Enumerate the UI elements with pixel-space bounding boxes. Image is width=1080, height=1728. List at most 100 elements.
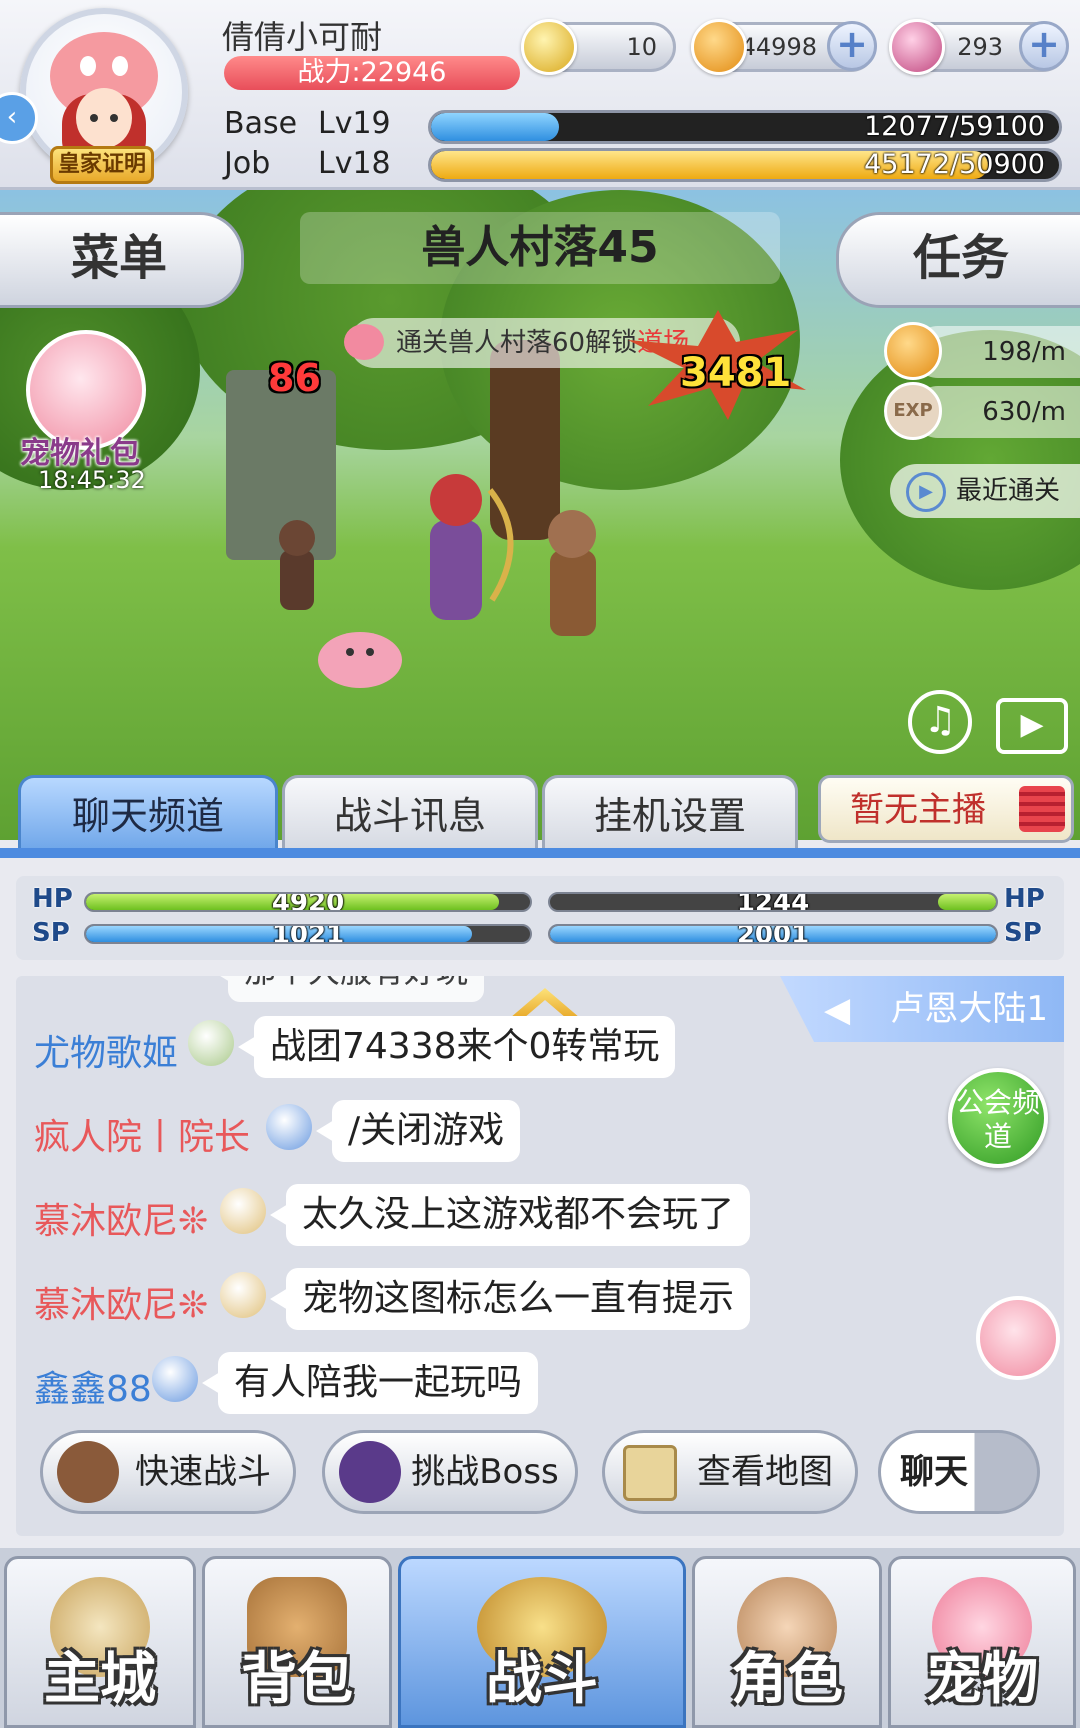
poring-tip-icon xyxy=(344,324,384,360)
zeny-rate-icon xyxy=(884,322,942,380)
chat-bubble: 宠物这图标怎么一直有提示 xyxy=(269,1268,751,1330)
tab-chat-channel[interactable]: 聊天频道 xyxy=(18,775,278,855)
pet-hp-label: HP xyxy=(1004,884,1045,914)
nav-battle-label: 战斗 xyxy=(486,1647,598,1712)
base-exp-text: 12077/59100 xyxy=(864,111,1045,142)
tab-battle-log[interactable]: 战斗讯息 xyxy=(282,775,538,855)
challenge-boss-button[interactable]: 挑战Boss xyxy=(322,1430,578,1514)
player-hp-value: 4920 xyxy=(271,892,345,912)
token-amount: 10 xyxy=(626,33,657,61)
chat-sender[interactable]: 鑫鑫88 xyxy=(34,1360,152,1412)
gem-amount: 293 xyxy=(957,33,1003,61)
chat-sender[interactable]: 疯人院丨院长 xyxy=(34,1108,250,1160)
damage-number-big: 3481 xyxy=(680,350,792,396)
challenge-boss-label: 挑战Boss xyxy=(411,1452,559,1492)
pet-gift-timer: 18:45:32 xyxy=(38,466,146,494)
music-icon[interactable]: ♫ xyxy=(908,690,972,754)
combat-power: 战力:22946 xyxy=(224,56,520,90)
base-exp-bar: 12077/59100 xyxy=(428,110,1062,144)
nav-main-city[interactable]: 主城 xyxy=(4,1556,196,1728)
chat-toggle-label: 聊天 xyxy=(900,1452,968,1492)
job-exp-bar: 45172/50900 xyxy=(428,148,1062,182)
player-hp-bar: 4920 xyxy=(84,892,532,912)
panel-tabs: 聊天频道 战斗讯息 挂机设置 暂无主播 xyxy=(0,775,1080,855)
map-scroll-icon xyxy=(623,1445,677,1501)
quest-button[interactable]: 任务 xyxy=(836,212,1080,308)
rank-badge-icon xyxy=(220,1272,266,1318)
job-level: Lv18 xyxy=(318,146,391,181)
gem-counter: 293 + xyxy=(889,19,1069,75)
streamer-label: 暂无主播 xyxy=(850,790,986,830)
zeny-coin-icon xyxy=(691,19,747,75)
player-sp-label: SP xyxy=(32,918,70,948)
goblin-enemy-icon xyxy=(280,550,314,610)
chat-bubble: 太久没上这游戏都不会玩了 xyxy=(269,1184,751,1246)
base-level: Lv19 xyxy=(318,106,391,141)
poring-pet-icon xyxy=(318,632,402,688)
rank-badge-icon xyxy=(152,1356,198,1402)
streamer-button[interactable]: 暂无主播 xyxy=(818,775,1074,843)
hp-sp-panel xyxy=(16,876,1064,960)
recent-clear-label: 最近通关 xyxy=(956,476,1061,506)
pet-sp-bar: 2001 xyxy=(548,924,998,944)
add-zeny-button[interactable]: + xyxy=(827,21,877,71)
chat-toggle[interactable]: 聊天 xyxy=(878,1430,1040,1514)
chat-sender[interactable]: 尤物歌姬 xyxy=(34,1024,178,1076)
player-hp-label: HP xyxy=(32,884,73,914)
chat-sender[interactable]: 慕沐欧尼❊ xyxy=(34,1276,208,1328)
tab-divider xyxy=(0,848,1080,858)
view-map-button[interactable]: 查看地图 xyxy=(602,1430,858,1514)
camera-icon[interactable]: ▶ xyxy=(996,698,1068,754)
base-exp-fill xyxy=(431,113,560,141)
pet-sp-label: SP xyxy=(1004,918,1042,948)
royal-badge: 皇家证明 xyxy=(50,146,154,184)
menu-button[interactable]: 菜单 xyxy=(0,212,244,308)
rank-badge-icon xyxy=(188,1020,234,1066)
tab-idle-settings[interactable]: 挂机设置 xyxy=(542,775,798,855)
nav-backpack-label: 背包 xyxy=(241,1647,353,1712)
server-name: 卢恩大陆1 xyxy=(890,989,1048,1029)
view-map-label: 查看地图 xyxy=(697,1452,833,1492)
player-name: 倩倩小可耐 xyxy=(222,18,383,56)
poring-shortcut-icon[interactable] xyxy=(976,1296,1060,1380)
archer-player-icon xyxy=(430,520,482,620)
server-arrow-icon: ◀ xyxy=(824,990,851,1030)
chat-bubble: 战团74338来个0转常玩 xyxy=(237,1016,676,1078)
nav-backpack[interactable]: 背包 xyxy=(202,1556,392,1728)
add-gem-button[interactable]: + xyxy=(1019,21,1069,71)
base-label: Base xyxy=(224,106,298,141)
scroll-up-icon[interactable] xyxy=(510,988,580,1018)
unlock-tip-text: 通关兽人村落60解锁 xyxy=(396,328,638,358)
nav-main-city-label: 主城 xyxy=(44,1647,156,1712)
gem-icon xyxy=(889,19,945,75)
player-sp-value: 1021 xyxy=(271,924,345,944)
quick-battle-icon xyxy=(57,1441,119,1503)
damage-number: 86 xyxy=(268,356,321,400)
zone-name: 兽人村落45 xyxy=(300,212,780,284)
pet-hp-value: 1244 xyxy=(736,892,810,912)
player-sp-bar: 1021 xyxy=(84,924,532,944)
exp-rate-icon: EXP xyxy=(884,382,942,440)
rank-badge-icon xyxy=(220,1188,266,1234)
chat-bubble: 有人陪我一起玩吗 xyxy=(201,1352,539,1414)
nav-pet-label: 宠物 xyxy=(926,1647,1038,1712)
token-counter: 10 xyxy=(521,19,676,75)
play-icon: ▶ xyxy=(906,472,946,512)
pet-sp-value: 2001 xyxy=(736,924,810,944)
token-coin-icon xyxy=(521,19,577,75)
server-channel-tag[interactable]: 卢恩大陆1 xyxy=(780,976,1064,1042)
chat-bubble: /关闭游戏 xyxy=(315,1100,521,1162)
chat-sender[interactable]: 慕沐欧尼❊ xyxy=(34,1192,208,1244)
nav-pet[interactable]: 宠物 xyxy=(888,1556,1076,1728)
job-exp-text: 45172/50900 xyxy=(864,149,1045,180)
orc-enemy-icon xyxy=(550,550,596,636)
nav-character-label: 角色 xyxy=(731,1647,843,1712)
battle-characters xyxy=(279,474,596,688)
rank-badge-icon xyxy=(266,1104,312,1150)
nav-battle[interactable]: 战斗 xyxy=(398,1556,686,1728)
game-screen: 皇家证明 ‹ 倩倩小可耐 战力:22946 10 144998 + 293 + … xyxy=(0,0,1080,1728)
quick-battle-button[interactable]: 快速战斗 xyxy=(40,1430,296,1514)
nav-character[interactable]: 角色 xyxy=(692,1556,882,1728)
boss-icon xyxy=(339,1441,401,1503)
guild-channel-button[interactable]: 公会频道 xyxy=(948,1068,1048,1168)
